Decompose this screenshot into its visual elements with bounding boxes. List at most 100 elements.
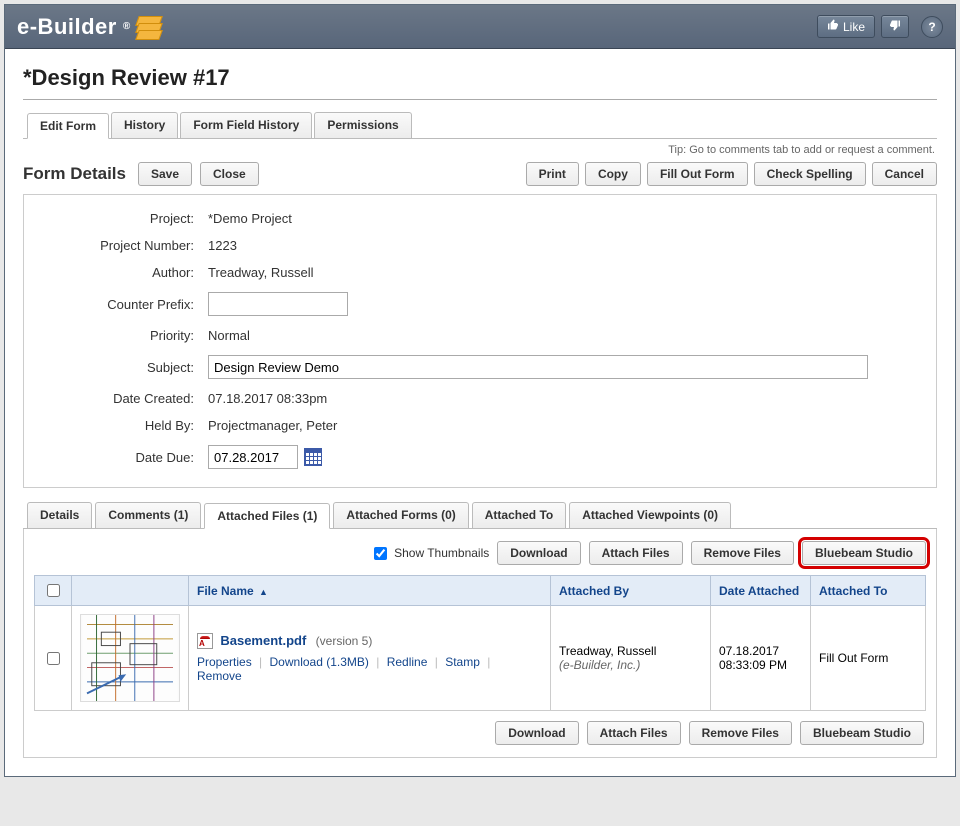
form-details-actions: Print Copy Fill Out Form Check Spelling … — [526, 162, 937, 186]
content-area: *Design Review #17 Edit Form History For… — [5, 49, 955, 776]
show-thumbnails-checkbox[interactable] — [374, 547, 387, 560]
like-button[interactable]: Like — [817, 15, 875, 38]
sort-asc-icon: ▲ — [259, 587, 268, 597]
held-by-label: Held By: — [34, 418, 194, 433]
select-all-checkbox[interactable] — [47, 584, 60, 597]
attached-date: 07.18.2017 — [719, 644, 802, 658]
file-download-link[interactable]: Download (1.3MB) — [270, 655, 369, 669]
check-spelling-button[interactable]: Check Spelling — [754, 162, 866, 186]
subtab-attached-files[interactable]: Attached Files (1) — [204, 503, 330, 529]
calendar-icon[interactable] — [304, 448, 322, 466]
file-table: File Name ▲ Attached By Date Attached At… — [34, 575, 926, 711]
attached-files-panel: Show Thumbnails Download Attach Files Re… — [23, 529, 937, 758]
show-thumbnails-label: Show Thumbnails — [394, 546, 489, 560]
date-due-wrap — [208, 445, 322, 469]
main-tabs: Edit Form History Form Field History Per… — [23, 112, 937, 139]
row-date-cell: 07.18.2017 08:33:09 PM — [711, 606, 811, 711]
tab-form-field-history[interactable]: Form Field History — [180, 112, 312, 138]
attached-time: 08:33:09 PM — [719, 658, 802, 672]
dislike-button[interactable] — [881, 15, 909, 38]
file-remove-link[interactable]: Remove — [197, 669, 242, 683]
project-number-label: Project Number: — [34, 238, 194, 253]
col-header-attached-to[interactable]: Attached To — [811, 576, 926, 606]
row-thumb-cell — [72, 606, 189, 711]
bluebeam-studio-button-top[interactable]: Bluebeam Studio — [802, 541, 926, 565]
subtab-attached-to[interactable]: Attached To — [472, 502, 566, 528]
thumbs-down-icon — [889, 19, 901, 34]
col-header-date-attached[interactable]: Date Attached — [711, 576, 811, 606]
download-button-bottom[interactable]: Download — [495, 721, 578, 745]
attach-files-button-top[interactable]: Attach Files — [589, 541, 683, 565]
subtab-comments[interactable]: Comments (1) — [95, 502, 201, 528]
form-details-box: Project: *Demo Project Project Number: 1… — [23, 194, 937, 488]
file-toolbar-bottom: Download Attach Files Remove Files Blueb… — [34, 711, 926, 745]
file-actions: Properties | Download (1.3MB) | Redline … — [197, 655, 542, 683]
author-value: Treadway, Russell — [208, 265, 313, 280]
tip-text: Tip: Go to comments tab to add or reques… — [23, 139, 937, 158]
pdf-icon — [197, 633, 213, 649]
held-by-value: Projectmanager, Peter — [208, 418, 337, 433]
subject-input[interactable] — [208, 355, 868, 379]
file-version: (version 5) — [316, 634, 373, 648]
copy-button[interactable]: Copy — [585, 162, 641, 186]
attached-to-value: Fill Out Form — [819, 651, 888, 665]
priority-value: Normal — [208, 328, 250, 343]
tab-history[interactable]: History — [111, 112, 178, 138]
attached-by-org: (e-Builder, Inc.) — [559, 658, 702, 672]
col-header-attached-by[interactable]: Attached By — [551, 576, 711, 606]
author-label: Author: — [34, 265, 194, 280]
thumbs-up-icon — [827, 19, 839, 34]
date-due-input[interactable] — [208, 445, 298, 469]
col-header-filename[interactable]: File Name ▲ — [189, 576, 551, 606]
file-name-link[interactable]: Basement.pdf — [220, 633, 306, 648]
help-icon: ? — [928, 20, 935, 34]
table-header-row: File Name ▲ Attached By Date Attached At… — [35, 576, 926, 606]
counter-prefix-input[interactable] — [208, 292, 348, 316]
bluebeam-studio-button-bottom[interactable]: Bluebeam Studio — [800, 721, 924, 745]
sub-tabs: Details Comments (1) Attached Files (1) … — [23, 502, 937, 529]
remove-files-button-top[interactable]: Remove Files — [691, 541, 794, 565]
file-toolbar-top: Show Thumbnails Download Attach Files Re… — [34, 541, 926, 575]
attach-files-button-bottom[interactable]: Attach Files — [587, 721, 681, 745]
brand-icon — [137, 16, 165, 38]
file-redline-link[interactable]: Redline — [387, 655, 428, 669]
like-label: Like — [843, 20, 865, 34]
row-select-checkbox[interactable] — [47, 652, 60, 665]
priority-label: Priority: — [34, 328, 194, 343]
file-stamp-link[interactable]: Stamp — [445, 655, 480, 669]
subtab-attached-forms[interactable]: Attached Forms (0) — [333, 502, 468, 528]
tab-permissions[interactable]: Permissions — [314, 112, 411, 138]
download-button-top[interactable]: Download — [497, 541, 580, 565]
subject-label: Subject: — [34, 360, 194, 375]
project-label: Project: — [34, 211, 194, 226]
print-button[interactable]: Print — [526, 162, 579, 186]
col-header-thumb — [72, 576, 189, 606]
help-button[interactable]: ? — [921, 16, 943, 38]
subtab-details[interactable]: Details — [27, 502, 92, 528]
brand-logo: e-Builder® — [17, 14, 165, 40]
project-number-value: 1223 — [208, 238, 237, 253]
file-thumbnail[interactable] — [80, 614, 180, 702]
remove-files-button-bottom[interactable]: Remove Files — [689, 721, 792, 745]
row-attached-to-cell: Fill Out Form — [811, 606, 926, 711]
date-due-label: Date Due: — [34, 450, 194, 465]
attached-by-name: Treadway, Russell — [559, 644, 702, 658]
tab-edit-form[interactable]: Edit Form — [27, 113, 109, 139]
show-thumbnails-label-wrap[interactable]: Show Thumbnails — [370, 544, 489, 563]
file-properties-link[interactable]: Properties — [197, 655, 252, 669]
col-header-select — [35, 576, 72, 606]
close-button[interactable]: Close — [200, 162, 259, 186]
fill-out-form-button[interactable]: Fill Out Form — [647, 162, 748, 186]
form-details-bar: Form Details Save Close Print Copy Fill … — [23, 158, 937, 194]
save-button[interactable]: Save — [138, 162, 192, 186]
app-window: e-Builder® Like ? *Design Review #1 — [4, 4, 956, 777]
project-value: *Demo Project — [208, 211, 292, 226]
subtab-attached-viewpoints[interactable]: Attached Viewpoints (0) — [569, 502, 731, 528]
table-row: Basement.pdf (version 5) Properties | Do… — [35, 606, 926, 711]
page-title: *Design Review #17 — [23, 61, 937, 100]
cancel-button[interactable]: Cancel — [872, 162, 937, 186]
date-created-label: Date Created: — [34, 391, 194, 406]
row-select-cell — [35, 606, 72, 711]
date-created-value: 07.18.2017 08:33pm — [208, 391, 327, 406]
topbar: e-Builder® Like ? — [5, 5, 955, 49]
